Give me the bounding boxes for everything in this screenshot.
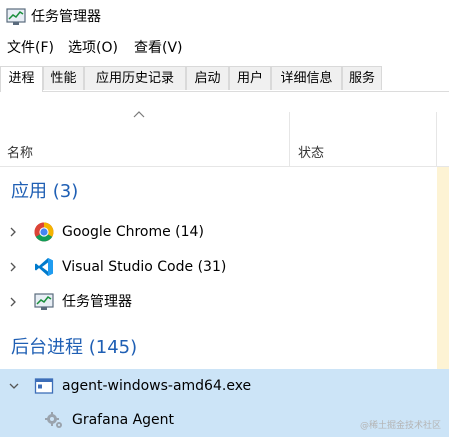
menu-view[interactable]: 查看(V) [133,38,184,58]
group-title-background: 后台进程 (145) [11,337,138,358]
title-bar: 任务管理器 [0,0,449,36]
vscode-icon [35,258,53,276]
tab-bar: 进程 性能 应用历史记录 启动 用户 详细信息 服务 [0,66,449,92]
process-label: agent-windows-amd64.exe [62,378,252,394]
menu-options[interactable]: 选项(O) [67,38,119,58]
tab-app-history[interactable]: 应用历史记录 [84,66,186,90]
process-label: Google Chrome (14) [62,224,204,240]
gear-icon [45,412,62,428]
process-row-chrome[interactable]: Google Chrome (14) [0,215,449,249]
exe-window-icon [34,378,54,394]
chevron-right-icon[interactable] [8,261,18,273]
chevron-right-icon[interactable] [8,226,18,238]
process-label: 任务管理器 [62,294,132,310]
process-label: Grafana Agent [72,412,175,428]
column-divider[interactable] [289,112,290,166]
process-row-task-manager[interactable]: 任务管理器 [0,285,449,319]
tab-services[interactable]: 服务 [342,66,382,90]
process-row-vscode[interactable]: Visual Studio Code (31) [0,250,449,284]
group-title-apps: 应用 (3) [11,181,79,202]
menu-file[interactable]: 文件(F) [6,38,55,58]
watermark: @稀土掘金技术社区 [359,421,441,431]
menu-bar: 文件(F) 选项(O) 查看(V) [0,38,449,60]
chevron-down-icon[interactable] [8,381,20,391]
process-label: Visual Studio Code (31) [62,259,227,275]
column-header: 名称 状态 [0,92,449,167]
column-divider[interactable] [436,112,437,166]
tab-processes[interactable]: 进程 [0,66,43,92]
chrome-icon [34,222,54,242]
tab-startup[interactable]: 启动 [186,66,229,90]
process-row-agent[interactable]: agent-windows-amd64.exe [0,369,449,403]
window-title: 任务管理器 [31,9,101,25]
tab-performance[interactable]: 性能 [43,66,84,90]
tab-details[interactable]: 详细信息 [271,66,342,90]
task-manager-icon [34,293,54,310]
chevron-right-icon[interactable] [8,296,18,308]
tab-users[interactable]: 用户 [229,66,271,90]
sort-chevron-up-icon[interactable] [133,110,145,118]
column-name[interactable]: 名称 [7,142,33,161]
column-status[interactable]: 状态 [298,142,324,161]
task-manager-icon [6,8,26,25]
